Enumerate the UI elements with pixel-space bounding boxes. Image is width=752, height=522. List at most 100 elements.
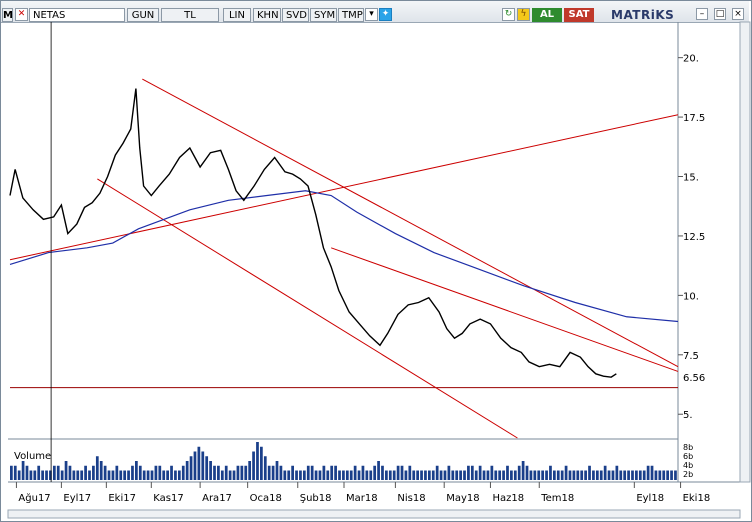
volume-bar [459, 470, 462, 480]
volume-bar [295, 470, 298, 480]
volume-bar [439, 470, 443, 480]
volume-bar [568, 470, 572, 480]
price-tick-label: 17.5 [683, 113, 705, 124]
volume-bar [642, 470, 646, 480]
volume-bar [424, 470, 427, 480]
volume-bar [185, 461, 189, 480]
volume-bar [228, 470, 232, 480]
volume-bar [135, 461, 138, 480]
horizontal-scrollbar[interactable] [7, 509, 741, 519]
volume-bar [638, 470, 642, 480]
volume-bar [365, 470, 369, 480]
volume-bar [404, 470, 408, 480]
time-tick-label: Kas17 [153, 493, 183, 504]
volume-bar [271, 465, 275, 480]
volume-bar [244, 465, 248, 480]
volume-bar [205, 456, 209, 480]
volume-bar [107, 470, 111, 480]
volume-bar [72, 470, 76, 480]
volume-bar [611, 470, 615, 480]
volume-bar [224, 465, 228, 480]
volume-bar [385, 470, 388, 480]
volume-bar [377, 461, 380, 480]
volume-bar [560, 470, 564, 480]
volume-bar [306, 465, 310, 480]
price-tick-label: 7.5 [683, 351, 699, 362]
volume-bar [342, 470, 345, 480]
volume-scale-label: 4b [683, 461, 693, 470]
time-tick-label: Oca18 [250, 493, 282, 504]
volume-scale-label: 8b [683, 443, 693, 452]
volume-bar [627, 470, 630, 480]
volume-bar [287, 470, 291, 480]
volume-bar [427, 470, 431, 480]
volume-bar [154, 465, 158, 480]
volume-bar [506, 465, 509, 480]
volume-bar [412, 470, 416, 480]
trendline[interactable] [142, 78, 679, 368]
volume-bar [674, 470, 677, 480]
volume-scale-label: 2b [683, 470, 693, 479]
volume-bar [447, 465, 451, 480]
volume-bar [13, 465, 17, 480]
volume-bar [592, 470, 595, 480]
volume-bar [174, 470, 177, 480]
volume-bar [310, 465, 314, 480]
volume-bar [220, 470, 224, 480]
volume-bar [240, 465, 244, 480]
volume-bar [646, 465, 650, 480]
volume-bar [381, 465, 384, 480]
volume-bar [345, 470, 349, 480]
volume-bar [150, 470, 154, 480]
volume-bar [549, 465, 552, 480]
volume-bar [330, 465, 334, 480]
trendline[interactable] [97, 178, 518, 439]
volume-bar [369, 470, 373, 480]
volume-bar [177, 470, 181, 480]
volume-bar [349, 470, 353, 480]
volume-bar [580, 470, 584, 480]
volume-bar [564, 465, 568, 480]
volume-bar [490, 465, 494, 480]
volume-bar [302, 470, 306, 480]
volume-bar [80, 470, 84, 480]
volume-bar [658, 470, 662, 480]
volume-bar [217, 465, 220, 480]
volume-bar [158, 465, 162, 480]
time-tick-label: Mar18 [346, 493, 378, 504]
time-tick-label: Eki17 [108, 493, 136, 504]
price-tick-label: 20. [683, 54, 699, 65]
vertical-scrollbar[interactable] [739, 21, 751, 483]
volume-bar [353, 465, 357, 480]
volume-bar [10, 465, 13, 480]
volume-bar [435, 465, 439, 480]
volume-bar [584, 470, 587, 480]
volume-bar [478, 465, 482, 480]
volume-bar [201, 451, 205, 480]
volume-bar [60, 470, 64, 480]
volume-bar [213, 465, 216, 480]
volume-bar [119, 470, 123, 480]
volume-bar [115, 465, 119, 480]
volume-bar [529, 470, 533, 480]
volume-bar [467, 465, 470, 480]
volume-bar [338, 470, 341, 480]
volume-bar [545, 470, 548, 480]
volume-bar [56, 465, 60, 480]
volume-bar [103, 465, 107, 480]
price-chart[interactable]: Volume 5. 7.5 10. 12.5 15. 17.5 20. 6.56 Ağu17 E… [0, 0, 752, 522]
volume-bar [17, 470, 21, 480]
volume-bar [142, 470, 146, 480]
volume-bar [595, 470, 599, 480]
volume-bar [623, 470, 627, 480]
volume-bar [326, 470, 330, 480]
volume-bar [474, 470, 478, 480]
volume-bar [193, 451, 197, 480]
price-tick-label: 10. [683, 291, 699, 302]
time-tick-label: Ağu17 [18, 492, 50, 504]
volume-bar [541, 470, 545, 480]
volume-bar [482, 470, 486, 480]
time-tick-label: Eki18 [683, 493, 711, 504]
volume-bar [322, 465, 326, 480]
trendline[interactable] [330, 247, 679, 372]
